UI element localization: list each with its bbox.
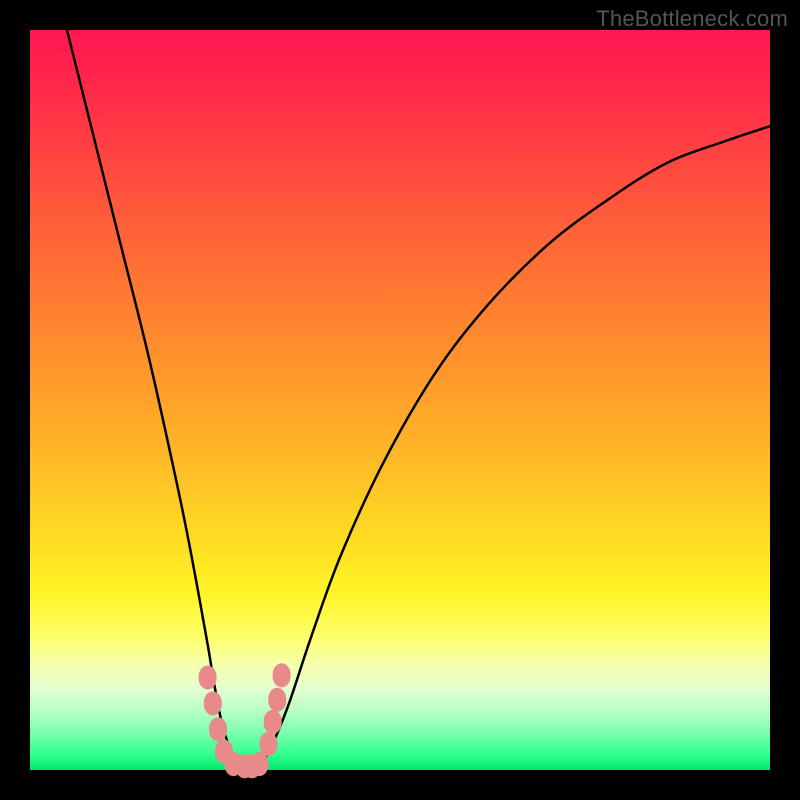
valley-marker — [209, 717, 227, 741]
valley-marker — [199, 666, 217, 690]
watermark-text: TheBottleneck.com — [596, 6, 788, 32]
valley-marker — [259, 732, 277, 756]
valley-marker — [264, 710, 282, 734]
valley-marker — [268, 688, 286, 712]
bottleneck-curve-path — [67, 30, 770, 771]
valley-marker — [204, 691, 222, 715]
chart-plot-area — [30, 30, 770, 770]
valley-marker — [273, 663, 291, 687]
bottleneck-curve-svg — [30, 30, 770, 770]
valley-marker — [250, 752, 268, 776]
valley-markers — [199, 663, 291, 778]
